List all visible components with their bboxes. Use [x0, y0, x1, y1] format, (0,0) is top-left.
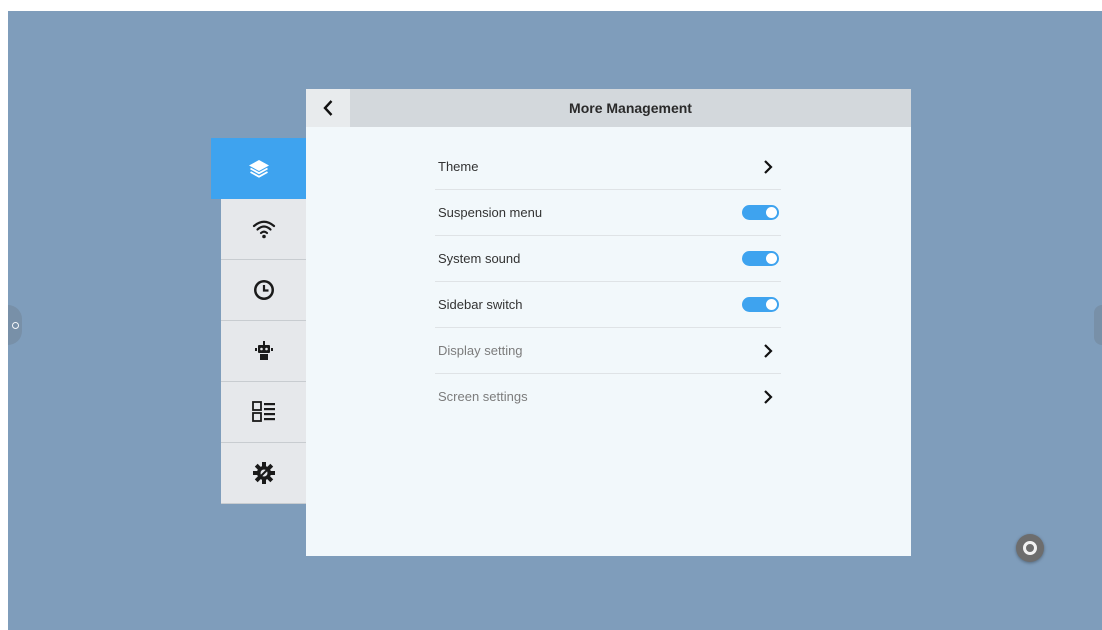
page-title: More Management [569, 100, 692, 116]
setting-row-suspension-menu: Suspension menu [435, 190, 781, 236]
setting-row-screen-settings[interactable]: Screen settings [435, 374, 781, 419]
toggle-knob [766, 253, 777, 264]
setting-label: Sidebar switch [438, 297, 523, 312]
chevron-left-icon [323, 100, 333, 116]
ring-icon [1023, 541, 1037, 555]
back-button[interactable] [306, 89, 350, 127]
setting-row-display-setting[interactable]: Display setting [435, 328, 781, 374]
sidebar-item-clock[interactable] [221, 260, 306, 321]
clock-icon [253, 280, 274, 300]
right-edge-handle[interactable] [1094, 305, 1102, 345]
left-edge-handle[interactable] [8, 305, 22, 345]
toggle-knob [766, 207, 777, 218]
setting-row-theme[interactable]: Theme [435, 144, 781, 190]
setting-row-sidebar-switch: Sidebar switch [435, 282, 781, 328]
chevron-right-icon [764, 343, 773, 358]
layers-icon [248, 159, 269, 178]
setting-row-system-sound: System sound [435, 236, 781, 282]
toggle-knob [766, 299, 777, 310]
setting-label: Suspension menu [438, 205, 543, 220]
setting-label: Theme [438, 159, 479, 174]
settings-dot-icon [11, 321, 19, 329]
suspension-menu-toggle[interactable] [742, 205, 779, 220]
sidebar-item-robot[interactable] [221, 321, 306, 382]
sidebar-item-tools[interactable] [221, 443, 306, 504]
setting-label: Screen settings [438, 389, 528, 404]
sidebar-item-wifi[interactable] [221, 199, 306, 260]
sidebar-item-apps[interactable] [221, 382, 306, 443]
desktop: More Management Theme Suspension menu Sy… [8, 11, 1102, 630]
sidebar-switch-toggle[interactable] [742, 297, 779, 312]
chevron-right-icon [764, 389, 773, 404]
chevron-right-icon [764, 159, 773, 174]
setting-label: System sound [438, 251, 521, 266]
sidebar-item-layers[interactable] [211, 138, 306, 199]
settings-list: Theme Suspension menu System sound Sideb… [435, 144, 781, 419]
robot-icon [254, 341, 273, 360]
floating-ball-button[interactable] [1016, 534, 1044, 562]
sidebar [211, 138, 306, 504]
panel-header: More Management [306, 89, 911, 127]
more-management-panel: More Management Theme Suspension menu Sy… [306, 89, 911, 556]
setting-label: Display setting [438, 343, 523, 358]
list-grid-icon [251, 401, 275, 422]
gear-wrench-icon [252, 462, 275, 484]
system-sound-toggle[interactable] [742, 251, 779, 266]
wifi-icon [252, 220, 275, 239]
